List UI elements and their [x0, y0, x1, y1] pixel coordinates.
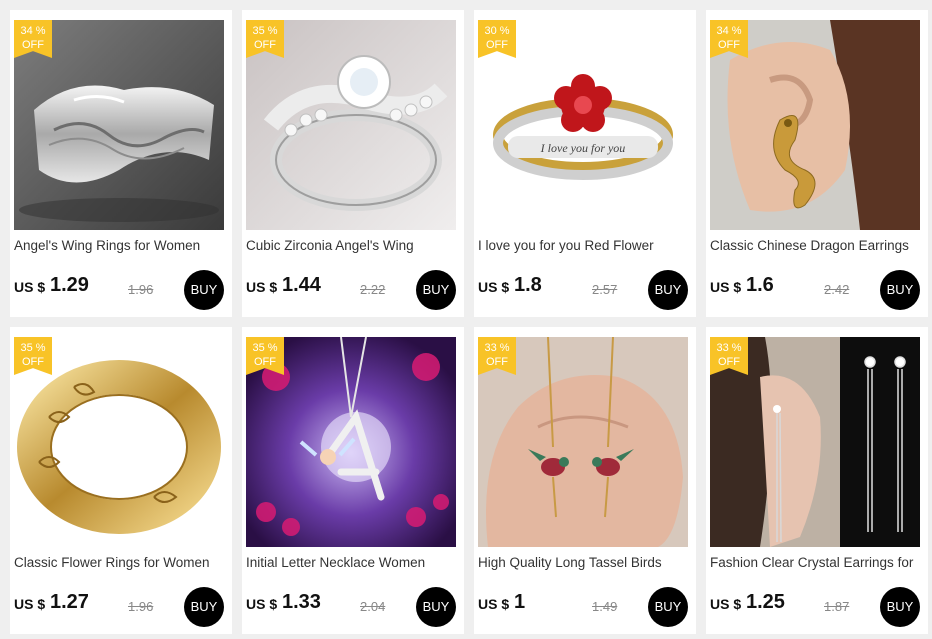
price: 1.6 [746, 274, 774, 296]
buy-button[interactable]: BUY [648, 270, 688, 310]
discount-off-label: OFF [22, 39, 44, 51]
discount-percent: 33 % [484, 342, 510, 354]
buy-button[interactable]: BUY [880, 587, 920, 627]
discount-off-label: OFF [254, 39, 276, 51]
price: 1.8 [514, 274, 542, 296]
discount-percent: 34 % [20, 25, 46, 37]
product-title[interactable]: Fashion Clear Crystal Earrings for [710, 555, 924, 570]
price: 1.33 [282, 591, 321, 613]
product-card[interactable]: 33 % OFF Fashion Clear Crystal Earrings … [706, 327, 928, 634]
product-card[interactable]: 35 % OFF Classic Flower Rings for Women … [10, 327, 232, 634]
product-card[interactable]: 34 % OFF Classic Chinese Dragon Earrings… [706, 10, 928, 317]
currency-label: US $ [246, 596, 278, 612]
currency-label: US $ [14, 279, 46, 295]
original-price: 1.96 [128, 282, 154, 297]
original-price: 2.57 [592, 282, 618, 297]
discount-percent: 35 % [20, 342, 46, 354]
ring-engraving: I love you for you [540, 141, 626, 155]
discount-off-label: OFF [486, 39, 508, 51]
product-card[interactable]: 34 % OFF Angel's Wing Rings for Women US… [10, 10, 232, 317]
discount-off-label: OFF [718, 39, 740, 51]
original-price: 1.87 [824, 599, 850, 614]
discount-percent: 35 % [252, 342, 278, 354]
product-grid: 34 % OFF Angel's Wing Rings for Women US… [0, 0, 932, 639]
price: 1.27 [50, 591, 89, 613]
product-card[interactable]: 33 % OFF High Quality Long Tassel Birds … [474, 327, 696, 634]
price: 1.29 [50, 274, 89, 296]
price: 1 [514, 591, 526, 613]
original-price: 2.04 [360, 599, 386, 614]
product-title[interactable]: I love you for you Red Flower [478, 238, 692, 253]
product-title[interactable]: Angel's Wing Rings for Women [14, 238, 228, 253]
currency-label: US $ [710, 279, 742, 295]
product-card[interactable]: 35 % OFF Cubic Zirconia Angel's Wing US … [242, 10, 464, 317]
discount-off-label: OFF [22, 356, 44, 368]
buy-button[interactable]: BUY [880, 270, 920, 310]
product-title[interactable]: Classic Flower Rings for Women [14, 555, 228, 570]
product-card[interactable]: I love you for you 30 % OFF I love you f… [474, 10, 696, 317]
discount-off-label: OFF [254, 356, 276, 368]
discount-off-label: OFF [718, 356, 740, 368]
discount-percent: 30 % [484, 25, 510, 37]
product-title[interactable]: Cubic Zirconia Angel's Wing [246, 238, 460, 253]
discount-percent: 34 % [716, 25, 742, 37]
product-title[interactable]: Classic Chinese Dragon Earrings [710, 238, 924, 253]
original-price: 2.22 [360, 282, 386, 297]
currency-label: US $ [14, 596, 46, 612]
currency-label: US $ [478, 596, 510, 612]
original-price: 1.49 [592, 599, 618, 614]
currency-label: US $ [246, 279, 278, 295]
buy-button[interactable]: BUY [416, 270, 456, 310]
product-card[interactable]: 35 % OFF Initial Letter Necklace Women U… [242, 327, 464, 634]
buy-button[interactable]: BUY [184, 270, 224, 310]
price: 1.44 [282, 274, 321, 296]
product-title[interactable]: Initial Letter Necklace Women [246, 555, 460, 570]
buy-button[interactable]: BUY [648, 587, 688, 627]
price: 1.25 [746, 591, 785, 613]
buy-button[interactable]: BUY [416, 587, 456, 627]
discount-off-label: OFF [486, 356, 508, 368]
original-price: 1.96 [128, 599, 154, 614]
discount-percent: 35 % [252, 25, 278, 37]
product-title[interactable]: High Quality Long Tassel Birds [478, 555, 692, 570]
currency-label: US $ [478, 279, 510, 295]
currency-label: US $ [710, 596, 742, 612]
discount-percent: 33 % [716, 342, 742, 354]
original-price: 2.42 [824, 282, 850, 297]
buy-button[interactable]: BUY [184, 587, 224, 627]
